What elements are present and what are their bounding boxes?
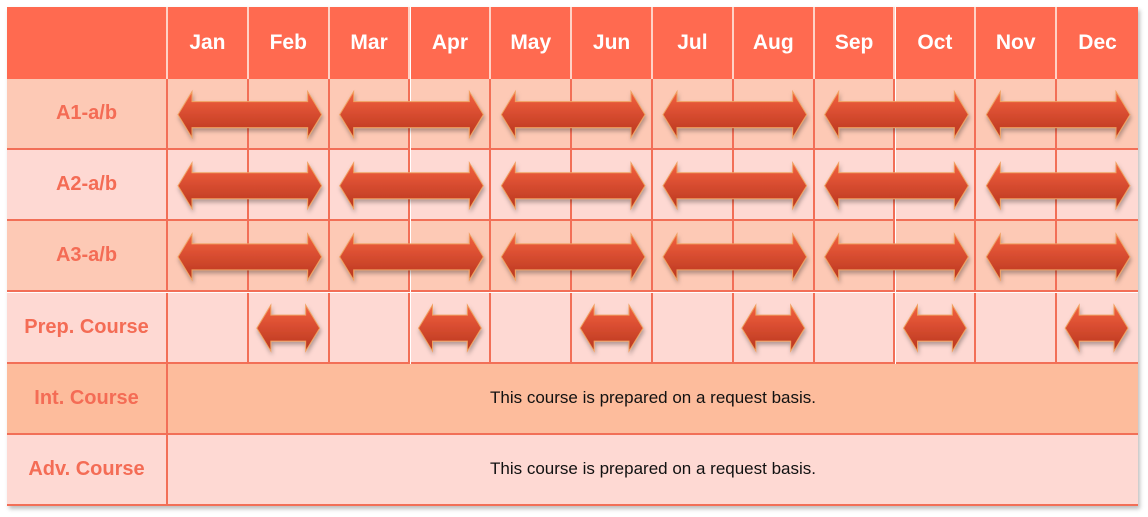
month-label: Sep [834, 31, 874, 54]
schedule-cell [329, 292, 411, 364]
schedule-cell [653, 292, 734, 364]
schedule-cell [814, 150, 896, 222]
month-header-sep: Sep [814, 7, 896, 79]
schedule-cell [895, 221, 977, 293]
schedule-cell [733, 292, 815, 364]
month-header-jul: Jul [653, 7, 734, 79]
schedule-cell [248, 221, 330, 293]
schedule-cell [976, 221, 1058, 293]
schedule-cell [653, 79, 734, 151]
schedule-cell [976, 150, 1058, 222]
month-header-apr: Apr [410, 7, 492, 79]
schedule-cell [733, 221, 815, 293]
month-label: Apr [431, 31, 468, 54]
request-basis-note: This course is prepared on a request bas… [489, 459, 816, 479]
month-header-aug: Aug [733, 7, 815, 79]
row-label: A2-a/b [55, 173, 118, 196]
schedule-cell [329, 79, 411, 151]
schedule-cell [248, 79, 330, 151]
row-label-cell: A3-a/b [7, 221, 168, 293]
row-label: Int. Course [34, 386, 139, 409]
course-schedule-table: Jan Feb Mar Apr May Jun Jul Aug Sep Oct Nov Dec A1-a… [7, 7, 1138, 506]
row-label-cell: A1-a/b [7, 79, 168, 151]
row-label-cell: Int. Course [7, 363, 168, 435]
schedule-cell [491, 221, 573, 293]
row-label: A3-a/b [55, 244, 118, 267]
schedule-cell [1057, 150, 1138, 222]
schedule-cell [653, 150, 734, 222]
schedule-cell [572, 292, 653, 364]
schedule-cell [410, 221, 492, 293]
month-label: Feb [269, 31, 307, 54]
schedule-cell [895, 292, 977, 364]
schedule-cell [329, 221, 411, 293]
schedule-cell [733, 150, 815, 222]
schedule-cell [572, 79, 653, 151]
schedule-cell [168, 79, 249, 151]
schedule-cell [814, 79, 896, 151]
schedule-cell [248, 292, 330, 364]
month-label: Mar [350, 31, 388, 54]
schedule-cell [572, 221, 653, 293]
schedule-cell [814, 221, 896, 293]
schedule-cell [491, 150, 573, 222]
schedule-cell [1057, 79, 1138, 151]
month-label: Dec [1078, 31, 1117, 54]
schedule-cell [976, 292, 1058, 364]
schedule-cell [895, 150, 977, 222]
month-label: Aug [752, 31, 794, 54]
schedule-cell [572, 150, 653, 222]
row-label-cell: A2-a/b [7, 150, 168, 222]
schedule-cell [168, 221, 249, 293]
schedule-cell [248, 150, 330, 222]
schedule-cell [410, 150, 492, 222]
schedule-cell [410, 79, 492, 151]
month-header-nov: Nov [976, 7, 1058, 79]
month-label: Jan [189, 31, 226, 54]
schedule-cell [976, 79, 1058, 151]
month-header-may: May [491, 7, 573, 79]
month-header-jun: Jun [572, 7, 653, 79]
schedule-cell [1057, 292, 1138, 364]
schedule-cell [491, 292, 573, 364]
schedule-cell [895, 79, 977, 151]
row-label-cell: Prep. Course [7, 292, 168, 364]
request-basis-note: This course is prepared on a request bas… [489, 388, 816, 408]
schedule-cell [653, 221, 734, 293]
month-label: Oct [917, 31, 953, 54]
schedule-cell [329, 150, 411, 222]
row-label: A1-a/b [55, 102, 118, 125]
month-header-oct: Oct [895, 7, 977, 79]
row-label-cell: Adv. Course [7, 434, 168, 506]
header-corner [7, 7, 168, 79]
month-header-dec: Dec [1057, 7, 1138, 79]
request-basis-note-cell: This course is prepared on a request bas… [168, 434, 1138, 506]
request-basis-note-cell: This course is prepared on a request bas… [168, 363, 1138, 435]
schedule-cell [491, 79, 573, 151]
month-header-mar: Mar [329, 7, 411, 79]
schedule-cell [168, 292, 249, 364]
schedule-cell [814, 292, 896, 364]
month-header-feb: Feb [248, 7, 330, 79]
schedule-cell [410, 292, 492, 364]
month-label: May [510, 31, 552, 54]
row-label: Prep. Course [24, 315, 149, 338]
schedule-cell [168, 150, 249, 222]
schedule-cell [1057, 221, 1138, 293]
month-label: Jul [677, 31, 708, 54]
row-label: Adv. Course [28, 457, 145, 480]
month-header-jan: Jan [168, 7, 249, 79]
month-label: Nov [995, 31, 1036, 54]
schedule-cell [733, 79, 815, 151]
month-label: Jun [592, 31, 631, 54]
